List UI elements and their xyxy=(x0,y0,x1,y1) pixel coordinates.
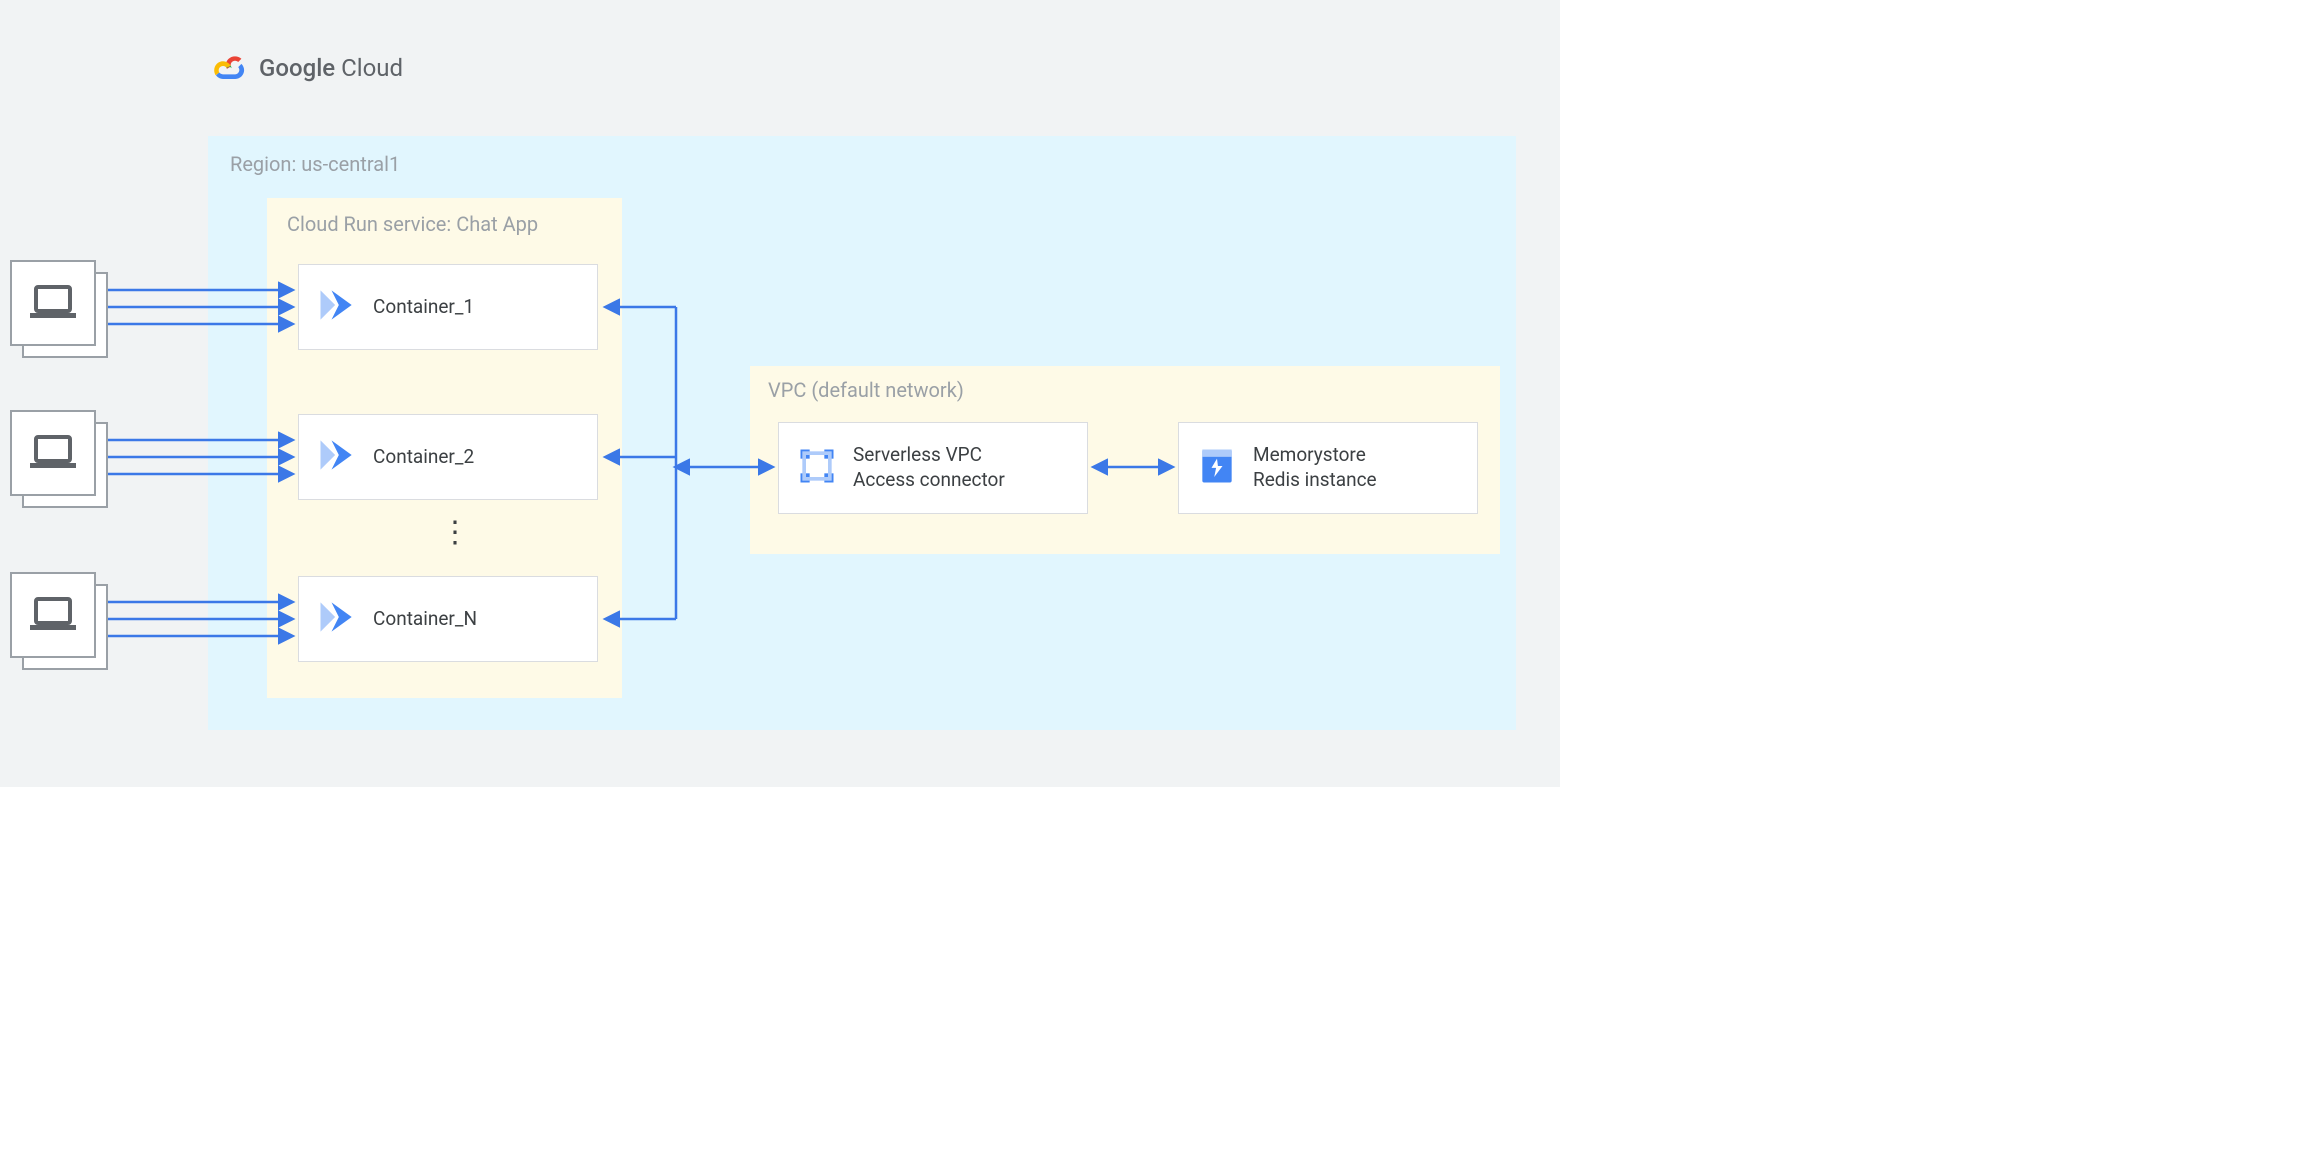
cloud-run-icon xyxy=(315,433,359,481)
container-1-node: Container_1 xyxy=(298,264,598,350)
vpc-label: VPC (default network) xyxy=(768,378,1482,402)
cloud-run-icon xyxy=(315,595,359,643)
container-1-label: Container_1 xyxy=(373,295,474,320)
container-n-label: Container_N xyxy=(373,607,477,632)
service-label: Cloud Run service: Chat App xyxy=(287,212,602,236)
laptop-icon xyxy=(28,283,78,323)
vpc-connector-icon xyxy=(795,444,839,492)
laptop-icon xyxy=(28,595,78,635)
region-label: Region: us-central1 xyxy=(230,152,1494,176)
google-cloud-logo-icon xyxy=(207,50,247,86)
container-2-node: Container_2 xyxy=(298,414,598,500)
client-group-1 xyxy=(10,260,108,358)
memorystore-label: MemorystoreRedis instance xyxy=(1253,443,1377,492)
architecture-diagram: Google Cloud Region: us-central1 Cloud R… xyxy=(0,0,1560,787)
client-group-2 xyxy=(10,410,108,508)
ellipsis-icon: ⋮ xyxy=(440,515,472,550)
laptop-icon xyxy=(28,433,78,473)
container-n-node: Container_N xyxy=(298,576,598,662)
google-cloud-title: Google Cloud xyxy=(259,54,403,82)
cloud-run-icon xyxy=(315,283,359,331)
memorystore-icon xyxy=(1195,444,1239,492)
google-cloud-header: Google Cloud xyxy=(207,50,1518,86)
vpc-connector-node: Serverless VPCAccess connector xyxy=(778,422,1088,514)
memorystore-node: MemorystoreRedis instance xyxy=(1178,422,1478,514)
container-2-label: Container_2 xyxy=(373,445,474,470)
client-group-n xyxy=(10,572,108,670)
vpc-connector-label: Serverless VPCAccess connector xyxy=(853,443,1005,492)
